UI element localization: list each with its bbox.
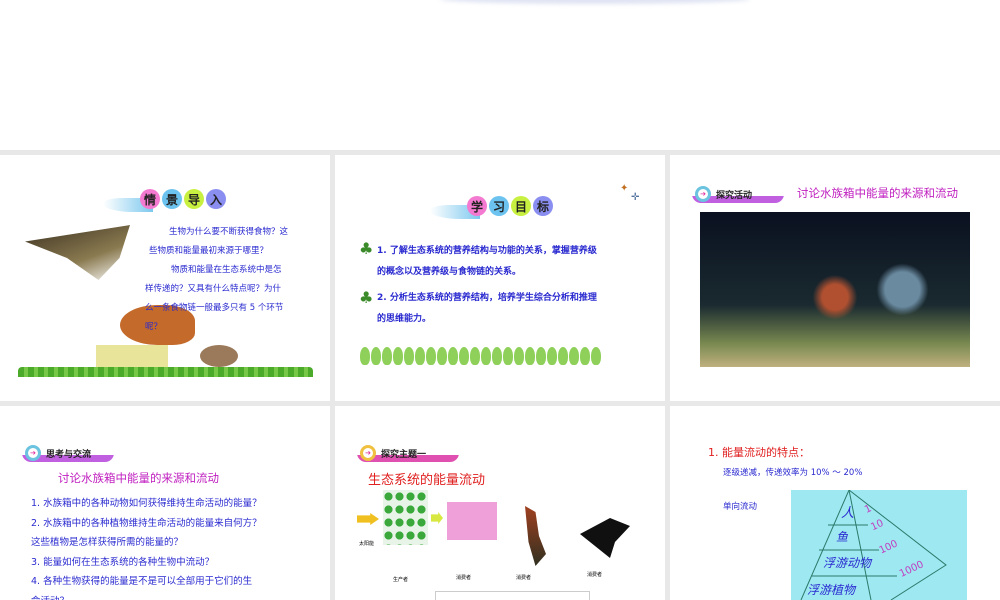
- tag-label: 思考与交流: [46, 449, 92, 460]
- slide-title: 学 习 目 标: [467, 196, 553, 216]
- eagle-image: [580, 518, 630, 558]
- question-line: 这些植物是怎样获得所需的能量的？: [31, 537, 184, 548]
- slide-edge: [440, 0, 750, 4]
- level-label: 浮游植物: [807, 583, 856, 597]
- grass-image: [18, 367, 313, 377]
- slide-thumbnail-5[interactable]: ➔ 探究主题一 生态系统的能量流动 太阳能 生产者 消费者 消费者 消费者: [335, 406, 665, 600]
- section-tag: ➔ 探究活动: [692, 185, 784, 203]
- trees-image: [360, 347, 645, 369]
- slide-thumbnail-1[interactable]: 情 景 导 入 生物为什么要不断获得食物？这 些物质和能量最初来源于哪里？ 物质…: [0, 155, 330, 401]
- paragraph-line: 些物质和能量最初来源于哪里？: [149, 246, 269, 256]
- aquarium-image: [700, 212, 970, 367]
- title-char: 标: [533, 196, 553, 216]
- slide-heading: 讨论水族箱中能量的来源和流动: [797, 186, 958, 200]
- tag-label: 探究主题一: [381, 449, 427, 460]
- section-tag: ➔ 思考与交流: [22, 444, 114, 462]
- slide-heading: 1. 能量流动的特点：: [708, 446, 810, 459]
- bird-image: [525, 506, 546, 566]
- level-label: 浮游动物: [823, 556, 872, 570]
- title-char: 景: [162, 189, 182, 209]
- title-char: 目: [511, 196, 531, 216]
- arrow-icon: [431, 512, 443, 524]
- slide-title: 情 景 导 入: [140, 189, 226, 209]
- title-char: 学: [467, 196, 487, 216]
- producer-image: [383, 490, 428, 545]
- title-char: 导: [184, 189, 204, 209]
- producer-label: 生产者: [393, 577, 409, 583]
- arrow-icon: [357, 513, 379, 525]
- sparkle-icon: ✦: [620, 183, 629, 194]
- paragraph-line: 么一条食物链一般最多只有 5 个环节: [145, 303, 284, 313]
- slide-thumbnail-4[interactable]: ➔ 思考与交流 讨论水族箱中能量的来源和流动 1. 水族箱中的各种动物如何获得维持…: [0, 406, 330, 600]
- arrow-icon: ➔: [360, 445, 376, 461]
- paragraph-line: 物质和能量在生态系统中是怎: [171, 265, 282, 275]
- slide-heading: 生态系统的能量流动: [368, 473, 486, 488]
- consumer-label: 消费者: [587, 572, 603, 578]
- objective-line: 的思维能力。: [377, 314, 432, 324]
- slide-thumbnail-3[interactable]: ➔ 探究活动 讨论水族箱中能量的来源和流动: [670, 155, 1000, 401]
- eagle-image: [25, 225, 130, 280]
- slide-heading: 讨论水族箱中能量的来源和流动: [58, 471, 219, 485]
- question-line: 4. 各种生物获得的能量是不是可以全部用于它们的生: [31, 576, 253, 587]
- objective-line: 2. 分析生态系统的营养结构，培养学生综合分析和推理: [377, 293, 597, 303]
- feature-line: 单向流动: [723, 502, 758, 512]
- paragraph-line: 呢？: [145, 322, 163, 332]
- caterpillar-image: [447, 502, 497, 540]
- level-label: 鱼: [836, 530, 849, 544]
- paragraph-line: 生物为什么要不断获得食物？这: [169, 227, 289, 237]
- title-char: 习: [489, 196, 509, 216]
- sun-label: 太阳能: [359, 541, 375, 547]
- rabbit-image: [200, 345, 238, 367]
- current-slide-area: [0, 0, 1000, 150]
- question-line: 命活动？: [31, 592, 321, 600]
- title-char: 情: [140, 189, 160, 209]
- arrow-icon: ➔: [695, 186, 711, 202]
- consumer-label: 消费者: [456, 575, 472, 581]
- plant-icon: ♣: [359, 239, 374, 258]
- question-line: 2. 水族箱中的各种植物维持生命活动的能量来自何方？: [31, 517, 262, 529]
- tag-label: 探究活动: [716, 190, 753, 201]
- consumer-label: 消费者: [516, 575, 532, 581]
- question-line: 1. 水族箱中的各种动物如何获得维持生命活动的能量？: [31, 498, 262, 509]
- energy-pyramid: 人 鱼 浮游动物 浮游植物 1 10 100 1000: [791, 490, 967, 600]
- sparkle-icon: ✛: [631, 192, 640, 203]
- paragraph-line: 样传递的？又具有什么特点呢？为什: [145, 284, 282, 294]
- question-line: 3. 能量如何在生态系统的各种生物中流动？: [31, 556, 215, 568]
- title-char: 入: [206, 189, 226, 209]
- slide-thumbnail-6[interactable]: 1. 能量流动的特点： 逐级递减，传递效率为 10% ～ 20% 单向流动 人 …: [670, 406, 1000, 600]
- feature-line: 逐级递减，传递效率为 10% ～ 20%: [723, 468, 863, 478]
- decomposer-box: [435, 591, 590, 600]
- objective-line: 的概念以及营养级与食物链的关系。: [377, 267, 522, 277]
- plant-icon: ♣: [359, 288, 374, 307]
- arrow-icon: ➔: [25, 445, 41, 461]
- objective-line: 1. 了解生态系统的营养结构与功能的关系，掌握营养级: [377, 246, 597, 256]
- section-tag: ➔ 探究主题一: [357, 444, 459, 462]
- slide-thumbnail-2[interactable]: ✦ ✛ 学 习 目 标 ♣ ♣ 1. 了解生态系统的营养结构与功能的关系，掌握营…: [335, 155, 665, 401]
- level-label: 人: [841, 506, 855, 521]
